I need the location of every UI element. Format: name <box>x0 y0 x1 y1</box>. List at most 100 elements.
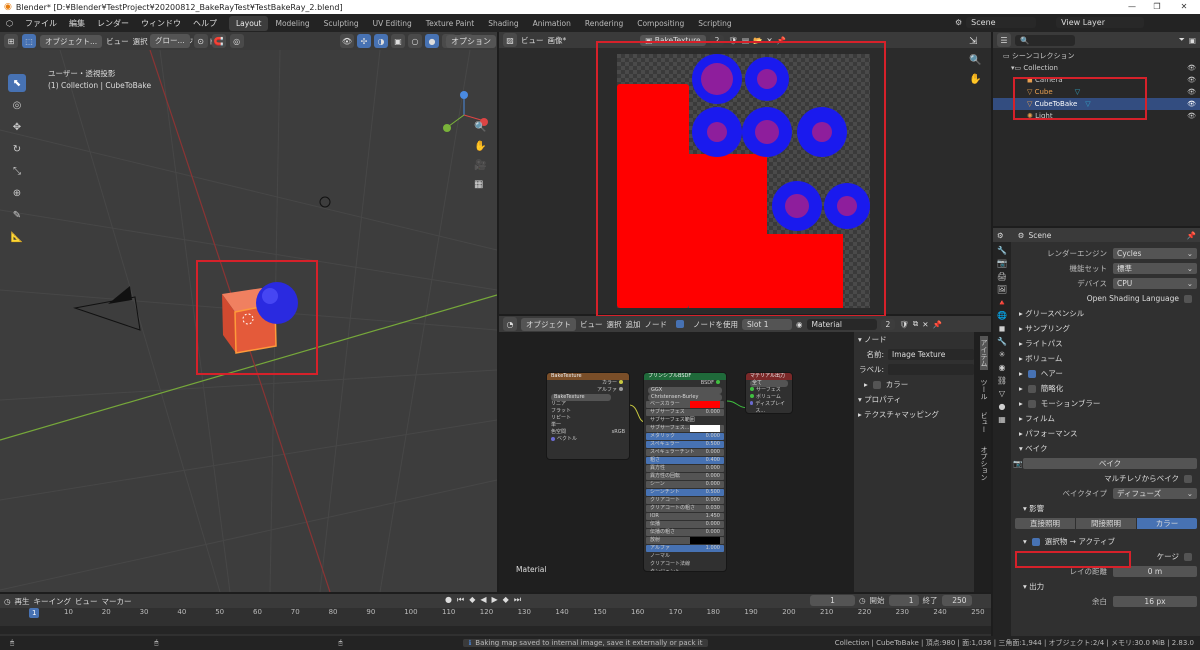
properties-editor[interactable]: ⚙ ⚙ Scene 📌 🔧 📷 🖨 🖼 🔺 🌐 ◼ 🔧 ✳ ◉ ⛓ ▽ ● ▦ … <box>993 228 1200 636</box>
viewport-options-button[interactable]: オプション <box>446 35 496 48</box>
timeline[interactable]: ◷ 再生 キーイング ビュー マーカー ● ⏮ ◆ ◀ ▶ ◆ ⏭ 1 ◷ 開始… <box>0 594 991 636</box>
node-editor-type-icon[interactable]: ◔ <box>503 317 517 331</box>
jump-end-icon[interactable]: ⏭ <box>514 595 521 605</box>
section-film[interactable]: ▸ フィルム <box>1013 411 1197 426</box>
outliner-scene-collection[interactable]: ▭ シーンコレクション <box>993 50 1200 62</box>
object-tab-icon[interactable]: ◼ <box>999 324 1006 333</box>
outliner[interactable]: ☰ 🔍 ⏷ ▣ ▭ シーンコレクション ▾ ▭ Collection 👁 ◼ Ca… <box>993 32 1200 226</box>
prev-key-icon[interactable]: ◆ <box>469 595 475 605</box>
record-icon[interactable]: ● <box>445 595 452 605</box>
xray-icon[interactable]: ▣ <box>391 34 405 48</box>
blender-menu-icon[interactable]: ⬡ <box>0 19 19 28</box>
timeline-ruler[interactable]: 1 10 20 30 40 50 60 70 80 90 100 110 120 130 140 150 16… <box>0 608 991 624</box>
rotate-tool-icon[interactable]: ↻ <box>8 140 26 158</box>
bsdf-input-row[interactable]: シーン 0.000 <box>646 481 724 488</box>
tab-uv-editing[interactable]: UV Editing <box>366 16 419 31</box>
tab-modeling[interactable]: Modeling <box>268 16 316 31</box>
material-users-count[interactable]: 2 <box>880 318 896 330</box>
image-pan-icon[interactable]: ✋ <box>969 74 981 85</box>
node-editor[interactable]: ◔ オブジェクト ビュー 選択 追加 ノード ノードを使用 Slot 1 ◉ M… <box>499 316 991 592</box>
zoom-icon[interactable]: 🔍 <box>474 122 486 133</box>
bsdf-input-row[interactable]: 伝播の粗さ 0.000 <box>646 529 724 536</box>
tab-scripting[interactable]: Scripting <box>691 16 738 31</box>
image-zoom-icon[interactable]: 🔍 <box>969 55 981 66</box>
image-menu-image[interactable]: 画像* <box>548 35 567 46</box>
timeline-scrollbar[interactable] <box>0 626 991 634</box>
data-tab-icon[interactable]: ▽ <box>999 389 1005 398</box>
bsdf-distribution[interactable]: GGX <box>648 387 722 394</box>
shading-solid-icon[interactable]: ● <box>425 34 439 48</box>
bsdf-input-row[interactable]: タンジェント <box>646 569 724 571</box>
new-collection-icon[interactable]: ▣ <box>1189 36 1196 45</box>
play-icon[interactable]: ▶ <box>492 595 498 605</box>
tab-compositing[interactable]: Compositing <box>630 16 691 31</box>
image-menu-view[interactable]: ビュー <box>521 35 544 46</box>
use-nodes-checkbox[interactable] <box>676 320 684 328</box>
menu-help[interactable]: ヘルプ <box>187 18 223 29</box>
view-layer-tab-icon[interactable]: 🖼 <box>997 285 1007 294</box>
proportional-icon[interactable]: ◎ <box>229 34 244 48</box>
transform-tool-icon[interactable]: ⊕ <box>8 184 26 202</box>
node-texmap-section[interactable]: ▸ テクスチャマッピング <box>854 407 974 422</box>
outliner-search-input[interactable]: 🔍 <box>1015 34 1075 46</box>
close-button[interactable]: ✕ <box>1172 0 1196 14</box>
timeline-menu-view[interactable]: ビュー <box>75 596 98 607</box>
tab-sculpting[interactable]: Sculpting <box>317 16 366 31</box>
world-tab-icon[interactable]: 🌐 <box>997 311 1007 320</box>
bsdf-input-row[interactable]: 異方性の回転 0.000 <box>646 473 724 480</box>
bake-button[interactable]: ベイク <box>1023 458 1197 469</box>
pan-icon[interactable]: ✋ <box>474 141 486 152</box>
physics-tab-icon[interactable]: ◉ <box>999 363 1006 372</box>
bsdf-input-row[interactable]: シーンチント 0.500 <box>646 489 724 496</box>
scene-selector[interactable]: Scene <box>966 17 1037 28</box>
timeline-type-icon[interactable]: ◷ <box>4 597 11 606</box>
measure-tool-icon[interactable]: 📐 <box>8 228 26 246</box>
section-performance[interactable]: ▸ パフォーマンス <box>1013 426 1197 441</box>
node-label-field[interactable] <box>888 364 974 375</box>
image-node-colorspace[interactable]: sRGB <box>612 429 625 436</box>
bsdf-sss-method[interactable]: Christensen-Burley <box>648 394 722 401</box>
tab-layout[interactable]: Layout <box>228 15 269 31</box>
tab-texture-paint[interactable]: Texture Paint <box>419 16 481 31</box>
bsdf-input-row[interactable]: IOR 1.450 <box>646 513 724 520</box>
image-node-extension[interactable]: リピート <box>551 415 571 422</box>
node-menu-node[interactable]: ノード <box>645 319 668 330</box>
bsdf-input-row[interactable]: 粗さ 0.400 <box>646 457 724 464</box>
node-color-checkbox[interactable] <box>872 380 881 389</box>
cage-checkbox[interactable] <box>1184 552 1192 561</box>
select-box-icon[interactable]: ⬚ <box>22 34 36 48</box>
current-frame-field[interactable]: 1 <box>810 595 855 606</box>
node-menu-view[interactable]: ビュー <box>580 319 603 330</box>
ortho-grid-icon[interactable]: ▦ <box>474 179 486 190</box>
jump-start-icon[interactable]: ⏮ <box>457 595 464 605</box>
bsdf-input-row[interactable]: クリアコート法線 <box>646 561 724 568</box>
tab-tool[interactable]: ツール <box>980 376 988 403</box>
tab-item[interactable]: アイテム <box>980 336 988 370</box>
section-hair[interactable]: ▸ ヘアー <box>1013 366 1197 381</box>
modifier-tab-icon[interactable]: 🔧 <box>997 337 1007 346</box>
matout-target[interactable]: 全て <box>750 380 788 387</box>
bsdf-input-row[interactable]: サブサーフェス... <box>646 425 724 432</box>
snap-icon[interactable]: 🧲 <box>211 34 226 48</box>
pivot-icon[interactable]: ⊙ <box>193 34 208 48</box>
node-name-field[interactable]: Image Texture <box>888 349 974 360</box>
bsdf-input-row[interactable]: 放射 <box>646 537 724 544</box>
overlay-icon[interactable]: ◑ <box>374 34 388 48</box>
bake-type-dropdown[interactable]: ディフューズ ⌄ <box>1113 488 1197 499</box>
bsdf-input-row[interactable]: アルファ 1.000 <box>646 545 724 552</box>
osl-checkbox[interactable] <box>1184 294 1192 303</box>
camera-visibility-icon[interactable]: 👁 <box>1187 76 1196 84</box>
menu-window[interactable]: ウィンドウ <box>135 18 187 29</box>
tab-view[interactable]: ビュー <box>980 409 988 436</box>
influence-direct-toggle[interactable]: 直接照明 <box>1015 518 1075 529</box>
bsdf-input-row[interactable]: クリアコート 0.000 <box>646 497 724 504</box>
margin-field[interactable]: 16 px <box>1113 596 1197 607</box>
tab-shading[interactable]: Shading <box>481 16 525 31</box>
section-influence[interactable]: ▾ 影響 <box>1013 501 1197 516</box>
material-selector[interactable]: Material <box>806 318 877 330</box>
viewport-mode-dropdown[interactable]: オブジェクト... <box>40 34 103 48</box>
node-menu-add[interactable]: 追加 <box>626 319 641 330</box>
hair-checkbox[interactable] <box>1027 369 1036 378</box>
bsdf-input-row[interactable]: サブサーフェス 0.000 <box>646 409 724 416</box>
annotate-tool-icon[interactable]: ✎ <box>8 206 26 224</box>
